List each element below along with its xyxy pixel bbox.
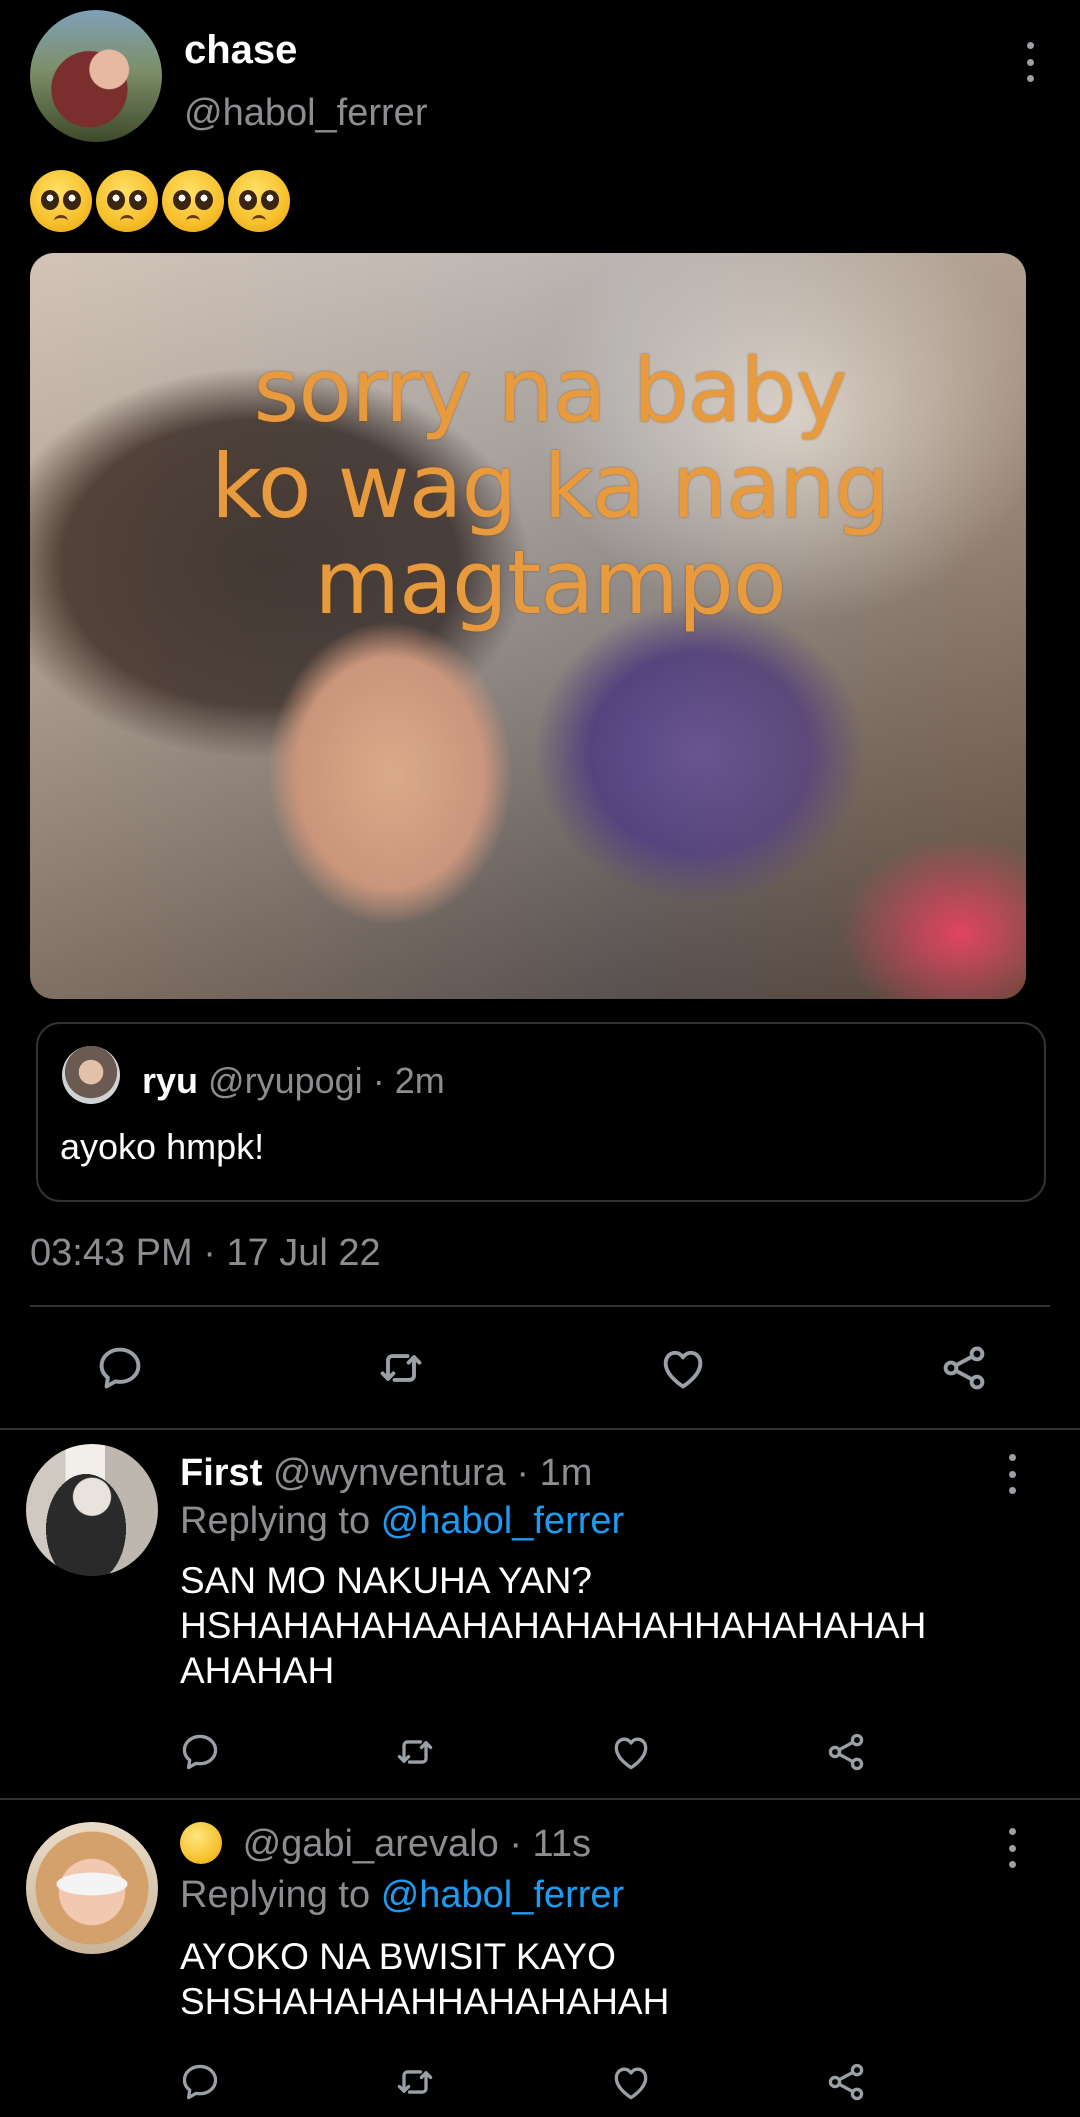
- reply-text-line: AYOKO NA BWISIT KAYO: [180, 1936, 616, 1977]
- reply-age: 1m: [539, 1452, 593, 1494]
- meta-separator: ·: [372, 1060, 385, 1101]
- replying-to: Replying to @habol_ferrer: [180, 1874, 624, 1917]
- share-nodes-icon[interactable]: [824, 1730, 868, 1774]
- reply-text-line: SAN MO NAKUHA YAN?: [180, 1560, 592, 1601]
- replying-to: Replying to @habol_ferrer: [180, 1500, 624, 1543]
- media-caption: sorry na baby ko wag ka nang magtampo: [150, 343, 950, 631]
- main-tweet-header: chase @habol_ferrer: [30, 8, 1050, 148]
- reply-tweet[interactable]: First @wynventura · 1m Replying to @habo…: [0, 1428, 1080, 1798]
- reply-actions: [178, 2060, 868, 2104]
- quoted-author-handle: @ryupogi: [208, 1060, 363, 1101]
- quoted-tweet-meta: ryu @ryupogi · 2m: [142, 1060, 445, 1102]
- author-name[interactable]: chase: [184, 28, 297, 73]
- heart-icon[interactable]: [609, 2060, 653, 2104]
- replying-prefix: Replying to: [180, 1874, 371, 1916]
- reply-icon[interactable]: [178, 1730, 222, 1774]
- quoted-author-avatar: [62, 1046, 120, 1104]
- meta-separator: ·: [516, 1452, 530, 1494]
- main-tweet-actions: [94, 1342, 990, 1394]
- retweet-icon[interactable]: [393, 1730, 437, 1774]
- replying-handle-link[interactable]: @habol_ferrer: [381, 1500, 624, 1542]
- reply-meta: @gabi_arevalo · 11s: [180, 1822, 591, 1866]
- more-vertical-icon[interactable]: [1002, 1454, 1022, 1494]
- media-caption-line: magtampo: [314, 531, 786, 634]
- reply-actions: [178, 1730, 868, 1774]
- reply-meta: First @wynventura · 1m: [180, 1452, 592, 1495]
- reply-text: SAN MO NAKUHA YAN? HSHAHAHAHAAHAHAHAHAHH…: [180, 1558, 1040, 1693]
- replying-handle-link[interactable]: @habol_ferrer: [381, 1874, 624, 1916]
- tweet-thread-screen: chase @habol_ferrer sorry na baby ko wag…: [0, 0, 1080, 2117]
- media-caption-line: ko wag ka nang: [210, 435, 890, 538]
- pleading-face-icon: [30, 170, 92, 232]
- tweet-text-emojis: [30, 170, 290, 232]
- heart-icon[interactable]: [609, 1730, 653, 1774]
- reply-text-line: SHSHAHAHAHHAHAHAHAH: [180, 1981, 670, 2022]
- reply-author-name[interactable]: First: [180, 1452, 262, 1494]
- tweet-time: 03:43 PM: [30, 1232, 193, 1274]
- reply-icon[interactable]: [178, 2060, 222, 2104]
- quoted-tweet[interactable]: ryu @ryupogi · 2m ayoko hmpk!: [36, 1022, 1046, 1202]
- quoted-tweet-text: ayoko hmpk!: [60, 1126, 265, 1167]
- author-avatar[interactable]: [30, 10, 162, 142]
- replying-prefix: Replying to: [180, 1500, 371, 1542]
- author-handle[interactable]: @habol_ferrer: [184, 92, 427, 135]
- quoted-author-name: ryu: [142, 1060, 199, 1101]
- share-nodes-icon[interactable]: [824, 2060, 868, 2104]
- reply-author-handle[interactable]: @gabi_arevalo: [243, 1823, 499, 1865]
- tweet-date: 17 Jul 22: [226, 1232, 381, 1274]
- reply-text: AYOKO NA BWISIT KAYO SHSHAHAHAHHAHAHAHAH: [180, 1934, 1040, 2024]
- yellow-circle-icon: [180, 1822, 222, 1864]
- media-caption-line: sorry na baby: [253, 339, 848, 442]
- meta-separator: ·: [509, 1823, 522, 1865]
- pleading-face-icon: [228, 170, 290, 232]
- reply-text-line: HSHAHAHAHAAHAHAHAHAHHAHAHAHAH: [180, 1605, 927, 1646]
- reply-icon[interactable]: [94, 1342, 146, 1394]
- divider: [30, 1305, 1050, 1307]
- share-nodes-icon[interactable]: [938, 1342, 990, 1394]
- tweet-media-image[interactable]: sorry na baby ko wag ka nang magtampo: [30, 253, 1026, 999]
- tweet-timestamp: 03:43 PM · 17 Jul 22: [30, 1232, 381, 1275]
- retweet-icon[interactable]: [375, 1342, 427, 1394]
- retweet-icon[interactable]: [393, 2060, 437, 2104]
- quoted-tweet-age: 2m: [394, 1060, 445, 1101]
- more-vertical-icon[interactable]: [1002, 1828, 1022, 1868]
- reply-author-avatar[interactable]: [26, 1822, 158, 1954]
- more-vertical-icon[interactable]: [1020, 42, 1040, 82]
- meta-separator: ·: [203, 1232, 216, 1274]
- reply-author-handle[interactable]: @wynventura: [273, 1452, 506, 1494]
- pleading-face-icon: [96, 170, 158, 232]
- reply-author-avatar[interactable]: [26, 1444, 158, 1576]
- reply-age: 11s: [532, 1823, 591, 1865]
- pleading-face-icon: [162, 170, 224, 232]
- reply-text-line: AHAHAH: [180, 1650, 335, 1691]
- reply-tweet[interactable]: @gabi_arevalo · 11s Replying to @habol_f…: [0, 1798, 1080, 2117]
- heart-icon[interactable]: [657, 1342, 709, 1394]
